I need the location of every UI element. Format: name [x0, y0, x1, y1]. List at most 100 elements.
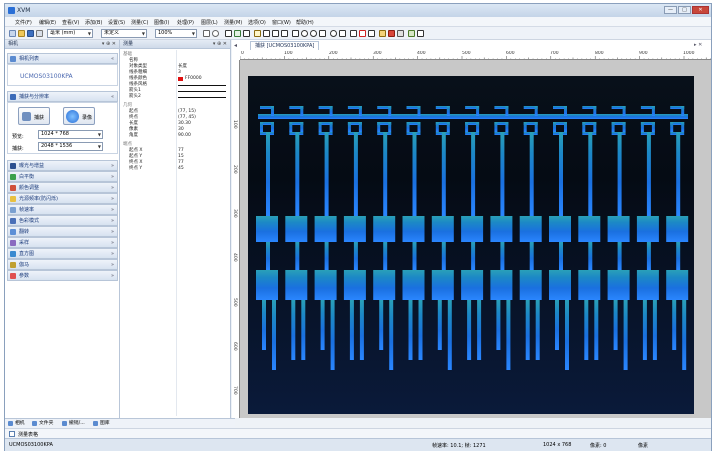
report-tab[interactable]: 测量表格: [18, 431, 38, 438]
hook: [564, 106, 567, 116]
minimize-button[interactable]: —: [664, 6, 677, 14]
menu-file[interactable]: 文件(F): [15, 19, 32, 26]
light-frequency-section[interactable]: 光源频率(防闪烁)»: [7, 193, 118, 204]
lead: [500, 132, 505, 216]
image-tab[interactable]: 捕获 [UCMOS03100KPA]: [250, 41, 320, 50]
ellipse-icon[interactable]: [301, 30, 308, 37]
record-icon[interactable]: [388, 30, 395, 37]
angle-icon[interactable]: [234, 30, 241, 37]
pad: [636, 216, 659, 242]
pen-icon[interactable]: [263, 30, 270, 37]
unit-select[interactable]: 毫米 (mm) ▼: [47, 29, 93, 38]
line-icon[interactable]: [254, 30, 261, 37]
tools-icon[interactable]: [379, 30, 386, 37]
menu-process[interactable]: 处理(P): [177, 19, 194, 26]
menu-help[interactable]: 帮助(H): [296, 19, 314, 26]
record-icon: [66, 110, 79, 123]
pad: [636, 270, 659, 300]
menu-view[interactable]: 查看(V): [62, 19, 79, 26]
finger: [272, 300, 276, 370]
group-basic: 基础: [123, 52, 132, 57]
pad: [431, 270, 454, 300]
gamma-section[interactable]: 伽马»: [7, 259, 118, 270]
finger: [642, 300, 647, 360]
calibration-select[interactable]: 未定义 ▼: [101, 29, 147, 38]
finger: [467, 300, 472, 360]
menu-measure[interactable]: 测量(M): [224, 19, 242, 26]
lead: [295, 132, 300, 216]
lead: [441, 242, 446, 270]
sampling-section[interactable]: 采样»: [7, 237, 118, 248]
rectangle-icon[interactable]: [292, 30, 299, 37]
white-balance-section[interactable]: 白平衡»: [7, 171, 118, 182]
menu-image[interactable]: 图像(I): [154, 19, 169, 26]
menu-edit[interactable]: 编辑(E): [39, 19, 56, 26]
tab-camera[interactable]: 相机: [8, 420, 25, 428]
star-icon[interactable]: [368, 30, 375, 37]
hook: [534, 122, 538, 132]
menu-window[interactable]: 窗口(W): [272, 19, 291, 26]
tab-controls[interactable]: ▸ ✕: [694, 42, 702, 48]
close-button[interactable]: ✕: [692, 6, 709, 14]
preview-resolution-select[interactable]: 1024 * 768 ▼: [38, 130, 103, 139]
lead: [529, 242, 534, 270]
frame-rate-section[interactable]: 帧速率»: [7, 204, 118, 215]
pad: [461, 270, 484, 300]
select-rect-icon[interactable]: [203, 30, 210, 37]
tab-scroll-left-icon[interactable]: ◂: [234, 42, 237, 49]
capture-resolution-select[interactable]: 2048 * 1536 ▼: [38, 142, 103, 151]
maximize-button[interactable]: □: [678, 6, 691, 14]
layout-icon[interactable]: [397, 30, 404, 37]
polygon-icon[interactable]: [319, 30, 326, 37]
finger: [555, 300, 559, 350]
save-icon[interactable]: [27, 30, 34, 37]
print-icon[interactable]: [36, 30, 43, 37]
menu-calibrate[interactable]: 测量(C): [131, 19, 148, 26]
lead: [617, 242, 622, 270]
lead: [383, 132, 388, 216]
curve-icon[interactable]: [339, 30, 346, 37]
camera-list-section[interactable]: 相机列表 «: [7, 53, 118, 64]
point-icon[interactable]: [243, 30, 250, 37]
new-file-icon[interactable]: [9, 30, 16, 37]
menu-settings[interactable]: 设置(S): [108, 19, 125, 26]
open-folder-icon[interactable]: [18, 30, 25, 37]
menu-options[interactable]: 选项(O): [248, 19, 266, 26]
pad: [578, 216, 601, 242]
parameters-section[interactable]: 参数»: [7, 270, 118, 281]
hook: [388, 122, 392, 132]
histogram-section[interactable]: 直方图»: [7, 248, 118, 259]
tab-folder[interactable]: 文件夹: [32, 420, 53, 428]
camera-list-item[interactable]: UCMOS03100KPA: [20, 73, 73, 80]
menu-layer[interactable]: 图层(L): [201, 19, 218, 26]
color-adjust-section[interactable]: 颜色调整»: [7, 182, 118, 193]
circle-icon[interactable]: [310, 30, 317, 37]
tab-gallery[interactable]: 图库: [93, 420, 110, 428]
status-resolution: 1024 x 768: [543, 442, 572, 448]
parallel-icon[interactable]: [272, 30, 279, 37]
text-icon[interactable]: [359, 30, 366, 37]
arc-icon[interactable]: [330, 30, 337, 37]
zoom-select[interactable]: 100% ▼: [155, 29, 197, 38]
microscope-image[interactable]: [248, 76, 694, 414]
flip-section[interactable]: 翻转»: [7, 226, 118, 237]
hand-icon[interactable]: [212, 30, 219, 37]
finger: [496, 300, 501, 350]
capture-button[interactable]: 捕获: [18, 107, 50, 125]
arrow-icon[interactable]: [350, 30, 357, 37]
status-unit: 像素: [638, 443, 649, 449]
snapshot-icon[interactable]: [408, 30, 415, 37]
finger: [418, 300, 423, 360]
record-button[interactable]: 录像: [63, 107, 95, 125]
menu-add[interactable]: 添加(B): [85, 19, 102, 26]
exposure-section[interactable]: 曝光与增益»: [7, 160, 118, 171]
perpendicular-icon[interactable]: [281, 30, 288, 37]
color-mode-section[interactable]: 色彩模式»: [7, 215, 118, 226]
pointer-icon[interactable]: [225, 30, 232, 37]
capture-section[interactable]: 捕获与分辨率 «: [7, 91, 118, 102]
lead: [676, 132, 681, 216]
settings-icon[interactable]: [417, 30, 424, 37]
finger: [447, 300, 452, 370]
hook: [446, 122, 450, 132]
tab-undo[interactable]: 撤销/...: [62, 420, 85, 428]
